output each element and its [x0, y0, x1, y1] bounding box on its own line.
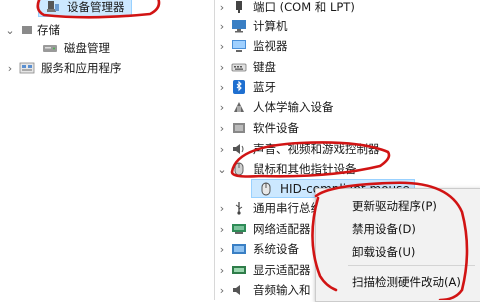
context-menu: 更新驱动程序(P) 禁用设备(D) 卸载设备(U) 扫描检测硬件改动(A)	[315, 188, 480, 302]
category-label: 键盘	[253, 60, 276, 74]
chevron-right-icon[interactable]: ›	[217, 202, 227, 215]
category-label: 计算机	[253, 19, 288, 33]
port-icon	[231, 0, 247, 14]
chevron-down-icon[interactable]: ⌄	[5, 24, 15, 37]
disk-icon	[42, 41, 58, 55]
menu-item-update-driver[interactable]: 更新驱动程序(P)	[352, 198, 437, 214]
chevron-right-icon[interactable]: ›	[217, 1, 227, 14]
nav-item-services[interactable]: › 服务和应用程序	[5, 60, 122, 76]
display-adapter-icon	[231, 263, 247, 277]
services-icon	[19, 61, 35, 75]
chevron-right-icon[interactable]: ›	[217, 40, 227, 53]
nav-item-label: 设备管理器	[67, 0, 125, 14]
chevron-right-icon[interactable]: ›	[5, 62, 15, 75]
network-icon	[231, 222, 247, 236]
chevron-right-icon[interactable]: ›	[217, 264, 227, 277]
category-display-adapters[interactable]: › 显示适配器	[217, 262, 311, 278]
nav-item-label: 存储	[37, 23, 60, 37]
category-network[interactable]: › 网络适配器	[217, 221, 311, 237]
left-navigation-pane: 设备管理器 ⌄ 存储 磁盘管理 › 服务和应用程序	[0, 0, 214, 300]
chevron-right-icon[interactable]: ›	[217, 20, 227, 33]
category-label: 端口 (COM 和 LPT)	[253, 0, 355, 14]
category-hid[interactable]: › 人体学输入设备	[217, 99, 334, 115]
mouse-icon	[258, 182, 274, 196]
chevron-right-icon[interactable]: ›	[217, 243, 227, 256]
chevron-right-icon[interactable]: ›	[217, 122, 227, 135]
category-label: 网络适配器	[253, 222, 311, 236]
chevron-right-icon[interactable]: ›	[217, 81, 227, 94]
category-label: 鼠标和其他指针设备	[253, 162, 357, 176]
category-label: 监视器	[253, 39, 288, 53]
menu-item-uninstall-device[interactable]: 卸载设备(U)	[352, 244, 415, 260]
nav-item-device-manager[interactable]: 设备管理器	[38, 0, 132, 17]
category-system[interactable]: › 系统设备	[217, 241, 299, 257]
nav-item-label: 磁盘管理	[64, 41, 110, 55]
speaker-icon	[231, 142, 247, 156]
category-label: 系统设备	[253, 242, 299, 256]
mouse-icon	[231, 162, 247, 176]
software-device-icon	[231, 121, 247, 135]
category-label: 声音、视频和游戏控制器	[253, 142, 380, 156]
category-label: 人体学输入设备	[253, 100, 334, 114]
category-ports[interactable]: › 端口 (COM 和 LPT)	[217, 0, 355, 15]
menu-separator	[348, 265, 475, 266]
category-label: 软件设备	[253, 121, 299, 135]
chevron-right-icon[interactable]: ›	[217, 101, 227, 114]
computer-icon	[231, 19, 247, 33]
chevron-right-icon[interactable]: ›	[217, 284, 227, 297]
hid-icon	[231, 100, 247, 114]
category-label: 音频输入和	[253, 283, 311, 297]
category-sound[interactable]: › 声音、视频和游戏控制器	[217, 141, 380, 157]
category-label: 蓝牙	[253, 80, 276, 94]
system-icon	[231, 242, 247, 256]
category-audio-io[interactable]: › 音频输入和	[217, 282, 311, 298]
category-mice[interactable]: ⌄ 鼠标和其他指针设备	[217, 161, 357, 177]
device-manager-icon	[45, 0, 61, 14]
audio-icon	[231, 283, 247, 297]
nav-item-storage[interactable]: ⌄ 存储	[5, 22, 60, 38]
chevron-right-icon[interactable]: ›	[217, 223, 227, 236]
nav-item-disk-management[interactable]: 磁盘管理	[38, 40, 110, 56]
category-keyboard[interactable]: › 键盘	[217, 59, 276, 75]
category-monitor[interactable]: › 监视器	[217, 38, 288, 54]
category-bluetooth[interactable]: › 蓝牙	[217, 79, 276, 95]
category-label: 显示适配器	[253, 263, 311, 277]
bluetooth-icon	[231, 80, 247, 94]
category-software-devices[interactable]: › 软件设备	[217, 120, 299, 136]
storage-icon	[19, 23, 32, 37]
category-usb[interactable]: › 通用串行总线	[217, 200, 322, 216]
chevron-right-icon[interactable]: ›	[217, 61, 227, 74]
chevron-right-icon[interactable]: ›	[217, 143, 227, 156]
category-computer[interactable]: › 计算机	[217, 18, 288, 34]
menu-item-scan-hardware[interactable]: 扫描检测硬件改动(A)	[352, 274, 461, 290]
keyboard-icon	[231, 60, 247, 74]
chevron-down-icon[interactable]: ⌄	[217, 163, 227, 176]
category-label: 通用串行总线	[253, 201, 322, 215]
menu-item-disable-device[interactable]: 禁用设备(D)	[352, 221, 416, 237]
nav-item-label: 服务和应用程序	[41, 61, 122, 75]
usb-icon	[231, 201, 247, 215]
monitor-icon	[231, 39, 247, 53]
